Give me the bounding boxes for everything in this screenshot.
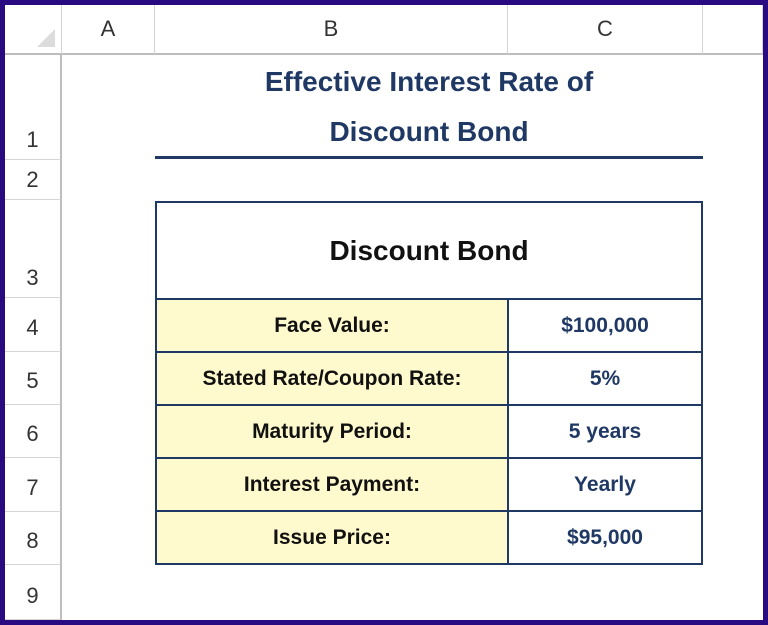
label-cell[interactable]: Issue Price: [157, 512, 509, 563]
value-cell[interactable]: Yearly [509, 459, 701, 510]
row-header-8[interactable]: 8 [5, 512, 62, 565]
row-header-6[interactable]: 6 [5, 405, 62, 458]
spreadsheet: A B C 1 2 3 4 5 6 7 8 9 Effective Intere… [5, 5, 763, 620]
label-cell[interactable]: Stated Rate/Coupon Rate: [157, 353, 509, 404]
select-all-button[interactable] [5, 5, 62, 55]
discount-bond-table: Discount Bond Face Value: $100,000 State… [155, 201, 703, 565]
table-row: Maturity Period: 5 years [157, 406, 701, 459]
column-header-b[interactable]: B [155, 5, 508, 55]
table-row: Interest Payment: Yearly [157, 459, 701, 512]
table-row: Issue Price: $95,000 [157, 512, 701, 563]
title-line-2: Discount Bond [329, 116, 529, 147]
value-cell[interactable]: $100,000 [509, 300, 701, 351]
row-header-3[interactable]: 3 [5, 200, 62, 298]
row-header-5[interactable]: 5 [5, 352, 62, 405]
column-header-c[interactable]: C [508, 5, 703, 55]
row-header-4[interactable]: 4 [5, 298, 62, 352]
table-row: Stated Rate/Coupon Rate: 5% [157, 353, 701, 406]
table-row: Face Value: $100,000 [157, 300, 701, 353]
value-cell[interactable]: $95,000 [509, 512, 701, 563]
row-header-2[interactable]: 2 [5, 160, 62, 200]
label-cell[interactable]: Maturity Period: [157, 406, 509, 457]
label-cell[interactable]: Interest Payment: [157, 459, 509, 510]
column-header-d[interactable] [703, 5, 763, 55]
column-header-a[interactable]: A [62, 5, 155, 55]
label-cell[interactable]: Face Value: [157, 300, 509, 351]
table-header-cell[interactable]: Discount Bond [157, 203, 701, 300]
title-underline [155, 156, 703, 159]
value-cell[interactable]: 5% [509, 353, 701, 404]
row-header-1[interactable]: 1 [5, 55, 62, 160]
value-cell[interactable]: 5 years [509, 406, 701, 457]
row-header-9[interactable]: 9 [5, 565, 62, 620]
row-header-7[interactable]: 7 [5, 458, 62, 512]
select-all-triangle-icon [37, 29, 55, 47]
title-line-1: Effective Interest Rate of [264, 66, 594, 97]
